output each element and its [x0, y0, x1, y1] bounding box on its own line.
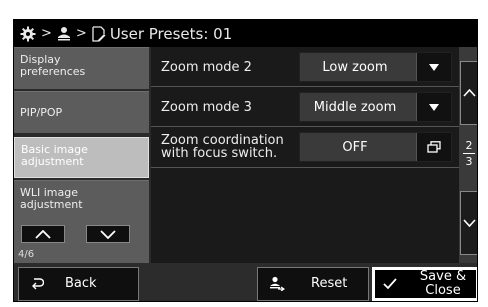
sidebar: Display preferences PIP/POP Basic image … [14, 47, 154, 263]
sidebar-item-pip-pop[interactable]: PIP/POP [14, 91, 149, 133]
back-button[interactable]: Back [18, 267, 139, 301]
breadcrumb-separator: > [75, 26, 87, 41]
scroll-up-button[interactable] [460, 61, 477, 125]
presets-screen: > > User Presets: 01 Display preferences… [13, 19, 478, 302]
sidebar-item-label: adjustment [20, 198, 83, 211]
scroll-down-button[interactable] [460, 191, 477, 255]
gear-icon [20, 26, 36, 42]
setting-row-zoom-mode-2: Zoom mode 2 Low zoom [151, 47, 459, 87]
sidebar-item-basic-image-adjustment[interactable]: Basic image adjustment [14, 137, 149, 178]
selector-value: OFF [342, 139, 368, 155]
scroll-page-current: 2 [465, 139, 473, 152]
sidebar-page-indicator: 4/6 [18, 249, 35, 260]
page-title: User Presets: 01 [109, 24, 233, 43]
chevron-up-icon [463, 89, 476, 97]
setting-row-zoom-mode-3: Zoom mode 3 Middle zoom [151, 87, 459, 127]
setting-row-zoom-coordination: Zoom coordination with focus switch. OFF [151, 127, 459, 168]
sidebar-page-up-button[interactable] [21, 225, 65, 243]
popup-window-icon [416, 133, 451, 161]
sidebar-item-label: preferences [20, 65, 86, 78]
reset-button[interactable]: Reset [257, 267, 369, 301]
reset-button-label: Reset [311, 276, 348, 291]
back-button-label: Back [65, 276, 97, 291]
chevron-down-icon [100, 229, 116, 239]
sidebar-item-wli-image-adjustment[interactable]: WLI image adjustment [14, 180, 149, 222]
sidebar-pager: 4/6 [14, 222, 149, 263]
save-button-label-line2: Close [425, 283, 461, 298]
zoom-mode-3-dropdown[interactable]: Middle zoom [299, 92, 452, 122]
save-button-label-container: Save & Close [418, 270, 468, 298]
user-reset-icon [270, 276, 285, 291]
scroll-page-indicator: 2 3 [459, 139, 477, 168]
checkmark-icon [383, 278, 397, 290]
sidebar-page-down-button[interactable] [86, 225, 130, 243]
scrollbar: 2 3 [459, 47, 477, 263]
header-bar: > > User Presets: 01 [14, 20, 477, 47]
dropdown-arrow-icon [416, 53, 451, 81]
chevron-down-icon [463, 219, 476, 227]
empty-settings-area [151, 168, 459, 263]
footer-bar: Back Reset Save & Close [14, 263, 477, 301]
zoom-coordination-selector[interactable]: OFF [299, 132, 452, 162]
sidebar-item-display-preferences[interactable]: Display preferences [14, 47, 149, 89]
user-icon [57, 26, 71, 42]
setting-label: with focus switch. [161, 146, 278, 161]
edit-icon [92, 25, 106, 42]
breadcrumb-separator: > [41, 26, 52, 41]
fraction-line [463, 153, 475, 154]
back-arrow-icon [32, 278, 44, 290]
dropdown-arrow-icon [416, 93, 451, 121]
setting-label: Zoom mode 2 [161, 60, 252, 75]
dropdown-value: Middle zoom [313, 99, 397, 115]
setting-label: Zoom mode 3 [161, 100, 252, 115]
scroll-page-total: 3 [465, 155, 473, 168]
chevron-up-icon [35, 229, 51, 239]
save-button-label-line1: Save & [419, 269, 467, 284]
dropdown-value: Low zoom [322, 59, 388, 75]
zoom-mode-2-dropdown[interactable]: Low zoom [299, 52, 452, 82]
save-and-close-button[interactable]: Save & Close [372, 267, 477, 301]
sidebar-item-label: adjustment [21, 155, 84, 168]
sidebar-item-label: PIP/POP [20, 106, 63, 119]
